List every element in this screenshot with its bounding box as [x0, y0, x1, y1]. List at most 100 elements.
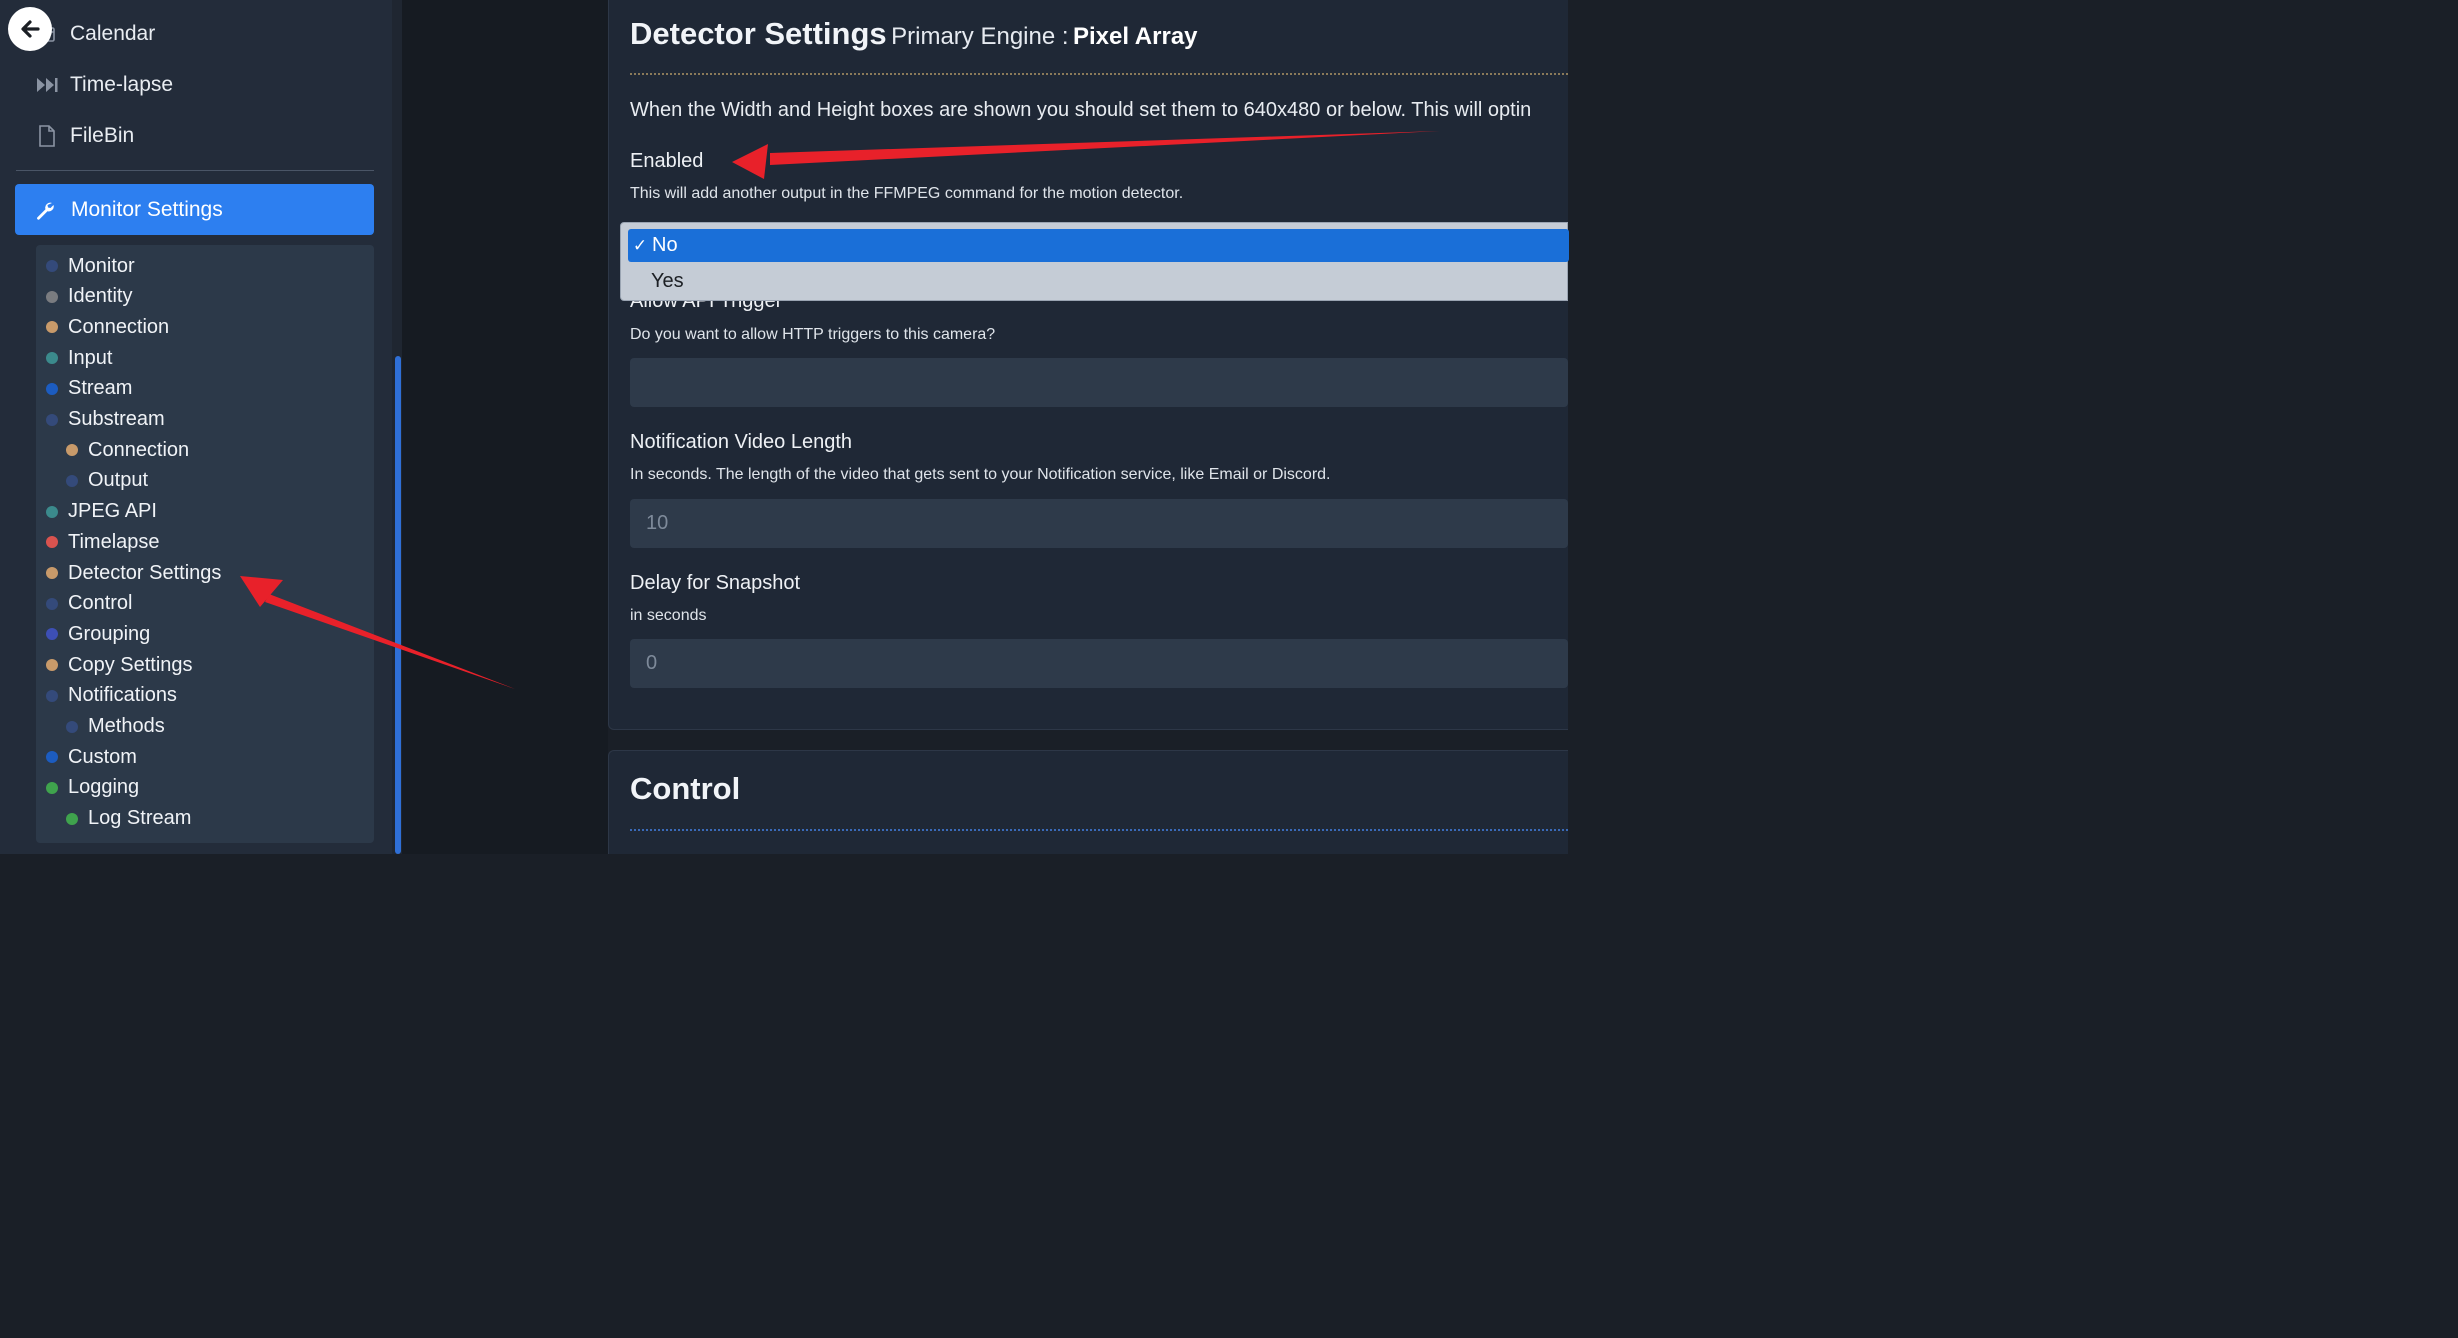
status-dot [46, 260, 58, 272]
submenu-item-label: Detector Settings [68, 561, 222, 584]
status-dot [46, 413, 58, 426]
back-button[interactable] [8, 7, 52, 51]
status-dot [66, 812, 78, 825]
engine-prefix: Primary Engine : [891, 23, 1069, 50]
control-title: Control [630, 771, 741, 806]
checkmark-icon: ✓ [632, 235, 648, 255]
submenu-item-label: Connection [88, 438, 190, 461]
submenu-item[interactable]: Log Stream [66, 805, 191, 833]
submenu-item[interactable]: Grouping [46, 620, 150, 648]
option-label: No [652, 234, 678, 256]
content-gutter [402, 0, 608, 854]
status-dot [46, 352, 58, 365]
submenu-item[interactable]: Identity [46, 283, 132, 311]
submenu-item-label: Log Stream [88, 807, 192, 830]
submenu-item-label: Methods [88, 715, 165, 737]
sidebar-item-calendar[interactable]: Calendar [34, 19, 155, 49]
dropdown-option-no[interactable]: ✓ No [628, 229, 1569, 262]
section-title: Detector Settings [630, 16, 887, 51]
notification-length-desc: In seconds. The length of the video that… [630, 466, 1331, 483]
sidebar-item-filebin[interactable]: FileBin [34, 121, 134, 151]
submenu-item[interactable]: Methods [66, 713, 165, 741]
app-root: Calendar Time-lapse FileBin Monitor Sett… [0, 0, 1569, 854]
sidebar-item-label: Calendar [70, 22, 156, 45]
engine-name: Pixel Array [1072, 23, 1198, 50]
api-trigger-select[interactable] [630, 358, 1568, 407]
api-trigger-desc: Do you want to allow HTTP triggers to th… [630, 326, 996, 343]
status-dot [46, 659, 58, 672]
submenu-item-label: Monitor [68, 254, 135, 277]
snapshot-delay-label: Delay for Snapshot [630, 572, 801, 594]
submenu-item-label: Grouping [68, 622, 151, 645]
submenu-item[interactable]: Notifications [46, 682, 177, 710]
sidebar: Calendar Time-lapse FileBin Monitor Sett… [0, 0, 392, 854]
status-dot [46, 505, 58, 518]
submenu-item[interactable]: Connection [46, 313, 169, 341]
submenu-item[interactable]: Substream [46, 406, 165, 434]
intro-text: When the Width and Height boxes are show… [630, 99, 1532, 121]
sidebar-item-time-lapse[interactable]: Time-lapse [34, 70, 173, 100]
submenu-item-label: JPEG API [68, 500, 157, 523]
submenu-item-label: Output [88, 469, 149, 492]
submenu-item-label: Identity [68, 285, 133, 308]
sidebar-item-label: Time-lapse [70, 73, 174, 96]
file-icon [34, 125, 60, 147]
submenu-item-label: Substream [68, 408, 165, 430]
sidebar-item-label: FileBin [70, 124, 135, 147]
wrench-icon [35, 200, 57, 220]
dropdown-option-yes[interactable]: Yes [651, 266, 684, 296]
status-dot [46, 382, 58, 395]
enabled-dropdown[interactable]: ✓ No Yes [620, 222, 1569, 301]
submenu-item[interactable]: Custom [46, 743, 137, 771]
fast-forward-icon [34, 75, 60, 95]
submenu-item-label: Timelapse [68, 530, 160, 553]
status-dot [66, 720, 78, 733]
status-dot [46, 781, 58, 794]
submenu-item-label: Notifications [68, 684, 177, 707]
submenu-item-label: Input [68, 346, 113, 369]
submenu-item[interactable]: Timelapse [46, 528, 160, 556]
submenu-item[interactable]: Input [46, 344, 112, 372]
option-label: Yes [651, 269, 684, 292]
submenu-item[interactable]: Control [46, 590, 132, 618]
submenu-item[interactable]: JPEG API [46, 498, 157, 526]
submenu-item-label: Copy Settings [68, 653, 193, 676]
status-dot [66, 474, 78, 487]
submenu-item-label: Stream [68, 377, 133, 400]
enabled-desc: This will add another output in the FFMP… [630, 185, 1184, 202]
title-divider [630, 73, 1568, 75]
enabled-label: Enabled [630, 150, 704, 172]
status-dot [46, 290, 58, 303]
submenu-item[interactable]: Stream [46, 375, 132, 403]
arrow-left-icon [21, 20, 40, 38]
submenu-item[interactable]: Monitor [46, 252, 135, 280]
submenu-item-label: Custom [68, 745, 137, 768]
control-divider [630, 829, 1568, 831]
status-dot [66, 444, 78, 457]
submenu-item[interactable]: Connection [66, 436, 189, 464]
page-title: Detector Settings Primary Engine : Pixel… [630, 16, 1198, 52]
sidebar-item-label: Monitor Settings [71, 197, 223, 221]
submenu-item[interactable]: Logging [46, 774, 139, 802]
submenu-item-label: Connection [68, 315, 170, 338]
submenu-item-label: Control [68, 592, 133, 615]
status-dot [46, 567, 58, 579]
status-dot [46, 689, 58, 702]
submenu-item[interactable]: Output [66, 467, 148, 495]
status-dot [46, 751, 58, 764]
notification-length-label: Notification Video Length [630, 431, 853, 453]
snapshot-delay-desc: in seconds [630, 607, 707, 624]
submenu-item-label: Logging [68, 776, 140, 799]
submenu-item[interactable]: Copy Settings [46, 651, 193, 679]
status-dot [46, 536, 58, 549]
snapshot-delay-input[interactable]: 0 [630, 639, 1568, 688]
sidebar-item-monitor-settings[interactable]: Monitor Settings [15, 184, 374, 235]
status-dot [46, 628, 58, 641]
sidebar-divider [16, 170, 374, 171]
submenu-item[interactable]: Detector Settings [46, 559, 221, 587]
status-dot [46, 597, 58, 610]
sidebar-scrollbar-thumb[interactable] [395, 356, 401, 854]
notification-length-input[interactable]: 10 [630, 499, 1568, 548]
status-dot [46, 321, 58, 334]
control-card [608, 750, 1568, 854]
